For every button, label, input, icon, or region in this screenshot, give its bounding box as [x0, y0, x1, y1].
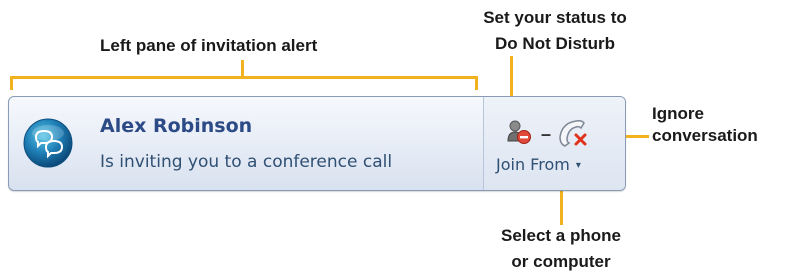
ignore-phone-icon[interactable]: [556, 117, 590, 147]
left-pane-bracket-top: [10, 76, 478, 79]
left-pane-callout: Left pane of invitation alert: [100, 36, 318, 55]
invitation-right-pane: – Join From ▾: [483, 97, 625, 190]
status-callout-line2: Do Not Disturb: [495, 34, 615, 53]
join-callout: Select a phone or computer: [461, 225, 661, 273]
status-callout: Set your status to Do Not Disturb: [455, 7, 655, 55]
left-pane-bracket-stem: [241, 60, 244, 78]
join-from-label: Join From: [496, 155, 570, 174]
join-from-button[interactable]: Join From ▾: [496, 155, 581, 174]
status-callout-line1: Set your status to: [483, 8, 627, 27]
left-pane-bracket-right: [475, 76, 478, 90]
join-callout-line2: or computer: [511, 252, 611, 271]
chevron-down-icon: ▾: [575, 160, 581, 171]
join-callout-line1: Select a phone: [501, 226, 621, 245]
separator-dash: –: [541, 124, 552, 144]
ignore-callout-line2: conversation: [652, 126, 758, 145]
conference-people-icon: [23, 118, 73, 168]
left-pane-bracket-left: [10, 76, 13, 90]
invitation-alert: Alex Robinson Is inviting you to a confe…: [8, 96, 626, 191]
ignore-callout-line1: Ignore: [652, 104, 704, 123]
invitation-message: Is inviting you to a conference call: [100, 152, 393, 172]
do-not-disturb-icon[interactable]: [506, 119, 532, 145]
ignore-callout: Ignore conversation: [652, 103, 758, 147]
invitation-left-pane[interactable]: Alex Robinson Is inviting you to a confe…: [9, 97, 483, 190]
caller-name: Alex Robinson: [100, 115, 253, 137]
